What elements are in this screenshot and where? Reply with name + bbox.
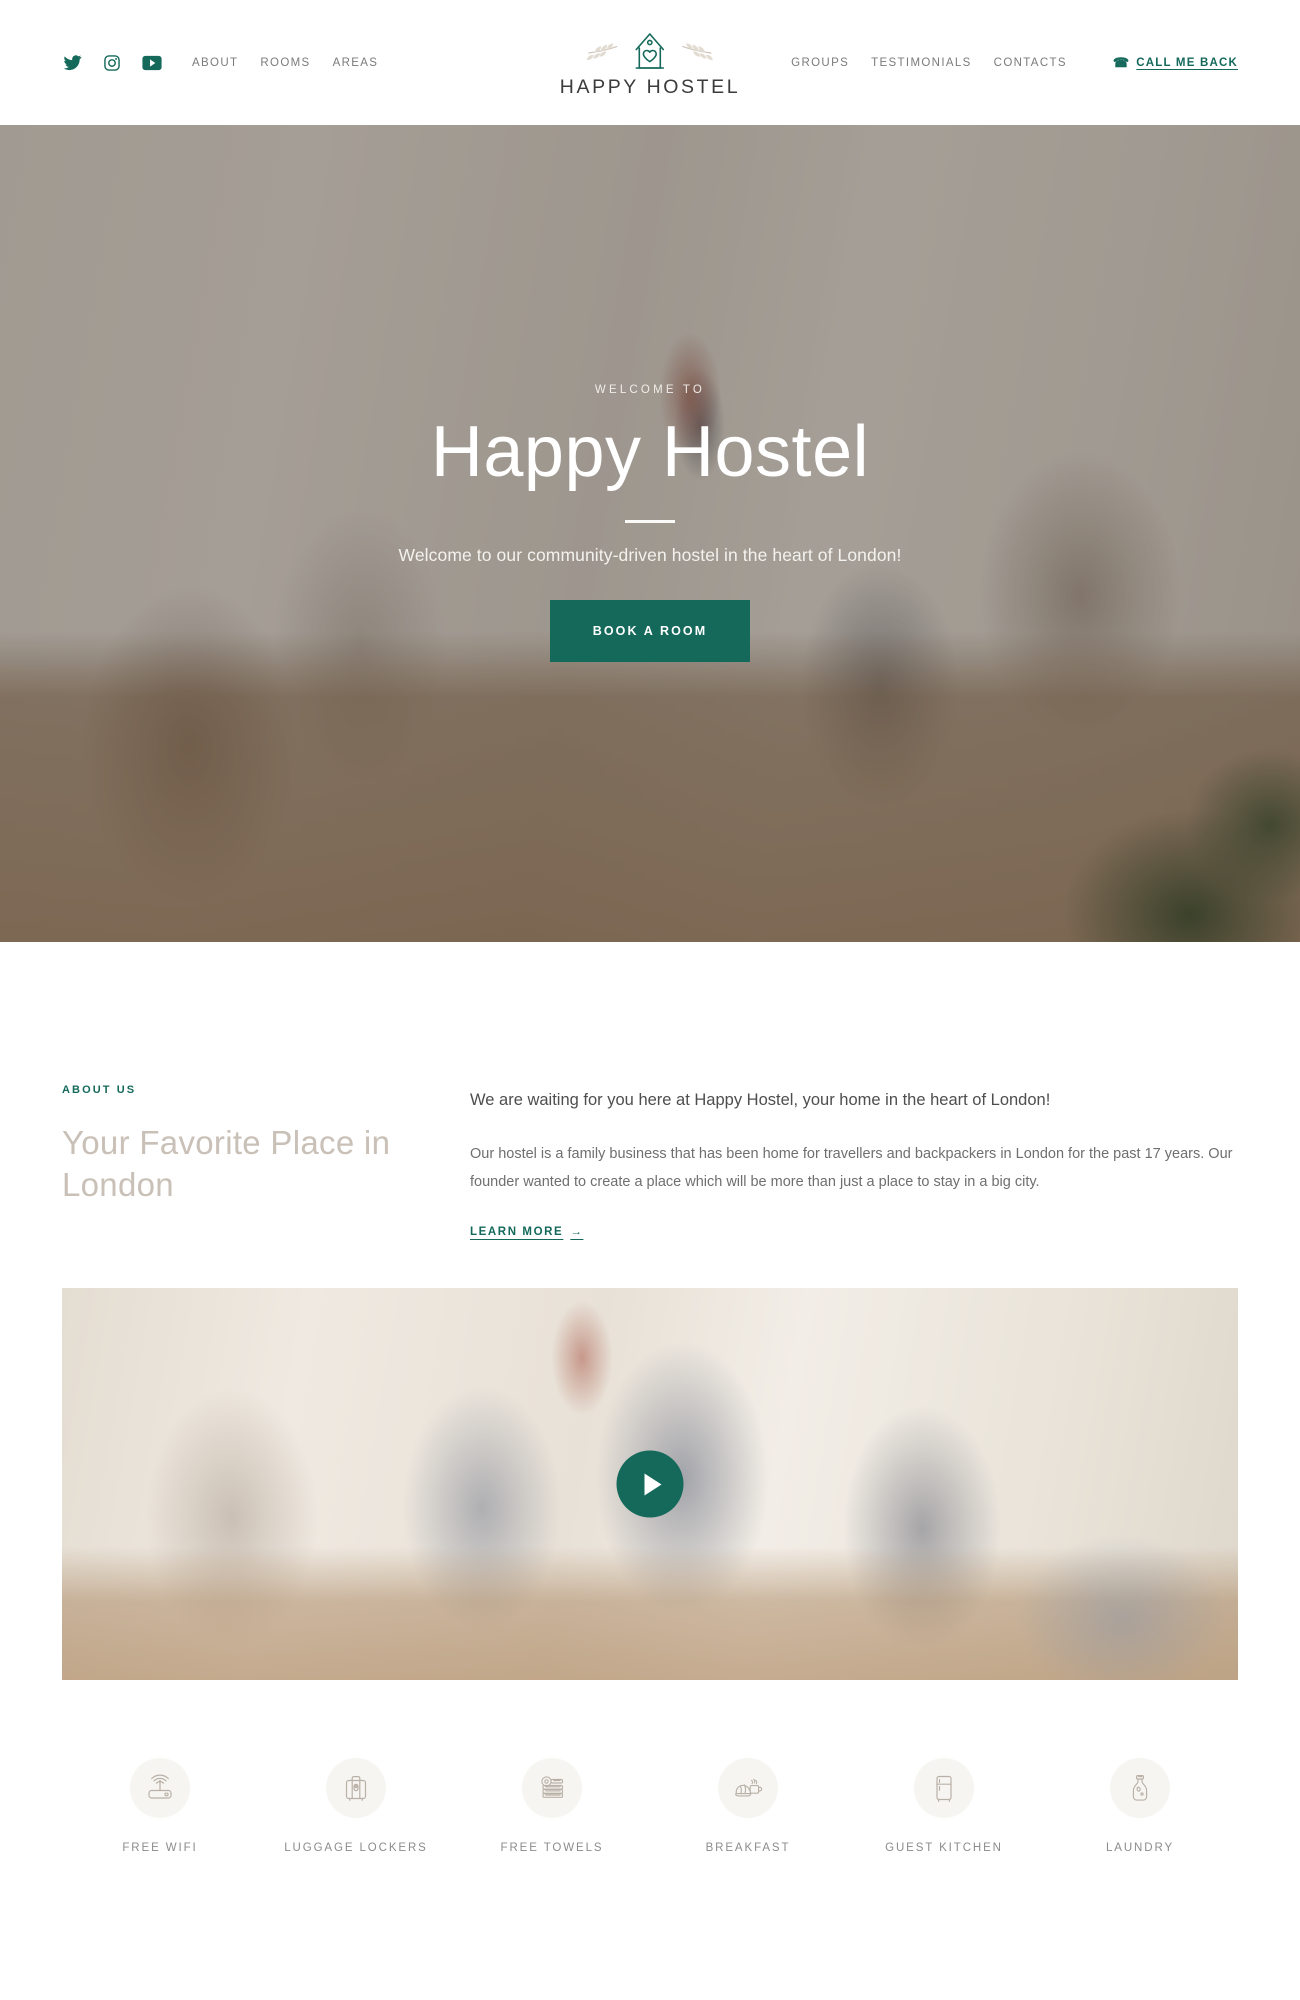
- telephone-icon: ☎: [1112, 55, 1131, 70]
- play-icon[interactable]: [616, 1450, 684, 1518]
- amenity-label: BREAKFAST: [705, 1842, 791, 1855]
- amenity-luggage-lockers[interactable]: LUGGAGE LOCKERS: [258, 1758, 454, 1854]
- logo-wordmark: HAPPY HOSTEL: [559, 75, 741, 98]
- suitcase-icon: [326, 1758, 386, 1819]
- hero-subtitle: Welcome to our community-driven hostel i…: [398, 545, 902, 566]
- nav-item-areas[interactable]: AREAS: [333, 57, 379, 69]
- header-left-group: ABOUT ROOMS AREAS: [62, 53, 378, 73]
- refrigerator-icon: [914, 1758, 974, 1819]
- book-a-room-button[interactable]: BOOK A ROOM: [549, 600, 751, 663]
- amenity-guest-kitchen[interactable]: GUEST KITCHEN: [846, 1758, 1042, 1854]
- primary-nav-left: ABOUT ROOMS AREAS: [192, 57, 378, 69]
- amenities-section: FREE WIFI LUGGAGE LOCKERS FREE TOWELS BR…: [0, 1680, 1300, 1918]
- croissant-coffee-icon: [718, 1758, 778, 1819]
- about-section: ABOUT US Your Favorite Place in London W…: [0, 942, 1300, 1240]
- hero-content: WELCOME TO Happy Hostel Welcome to our c…: [0, 125, 1300, 942]
- amenity-label: GUEST KITCHEN: [885, 1842, 1003, 1855]
- instagram-icon[interactable]: [102, 53, 122, 73]
- call-me-back-label: CALL ME BACK: [1136, 56, 1238, 69]
- hero-section: WELCOME TO Happy Hostel Welcome to our c…: [0, 125, 1300, 942]
- towel-stack-icon: [522, 1758, 582, 1819]
- amenity-label: FREE WIFI: [122, 1842, 198, 1855]
- amenity-free-wifi[interactable]: FREE WIFI: [62, 1758, 258, 1854]
- learn-more-label: LEARN MORE: [470, 1226, 564, 1239]
- amenity-label: FREE TOWELS: [500, 1842, 604, 1855]
- about-body-text: Our hostel is a family business that has…: [470, 1145, 1233, 1190]
- about-lead-text: We are waiting for you here at Happy Hos…: [470, 1091, 1051, 1109]
- video-section: [62, 1288, 1238, 1681]
- nav-item-rooms[interactable]: ROOMS: [260, 57, 310, 69]
- detergent-bottle-icon: [1110, 1758, 1170, 1819]
- play-triangle: [644, 1473, 661, 1496]
- social-links: [62, 53, 162, 73]
- about-left-column: ABOUT US Your Favorite Place in London: [62, 1084, 470, 1240]
- nav-item-contacts[interactable]: CONTACTS: [994, 57, 1067, 69]
- hero-eyebrow: WELCOME TO: [594, 384, 706, 396]
- about-right-column: We are waiting for you here at Happy Hos…: [470, 1084, 1238, 1240]
- site-logo[interactable]: HAPPY HOSTEL: [560, 27, 740, 99]
- twitter-icon[interactable]: [62, 53, 82, 73]
- house-heart-logo-icon: [575, 27, 725, 73]
- nav-item-testimonials[interactable]: TESTIMONIALS: [871, 57, 972, 69]
- wifi-router-icon: [130, 1758, 190, 1819]
- nav-item-about[interactable]: ABOUT: [192, 57, 238, 69]
- learn-more-link[interactable]: LEARN MORE →: [470, 1226, 583, 1238]
- primary-nav-right: GROUPS TESTIMONIALS CONTACTS: [791, 57, 1067, 69]
- about-eyebrow: ABOUT US: [62, 1084, 137, 1096]
- amenity-laundry[interactable]: LAUNDRY: [1042, 1758, 1238, 1854]
- page-root: ABOUT ROOMS AREAS HAPPY HOSTEL GROUPS TE…: [0, 0, 1300, 1918]
- nav-item-groups[interactable]: GROUPS: [791, 57, 849, 69]
- amenity-label: LAUNDRY: [1105, 1842, 1175, 1855]
- youtube-icon[interactable]: [142, 53, 162, 73]
- hero-title: Happy Hostel: [430, 412, 870, 492]
- site-header: ABOUT ROOMS AREAS HAPPY HOSTEL GROUPS TE…: [0, 0, 1300, 125]
- header-right-group: GROUPS TESTIMONIALS CONTACTS ☎ CALL ME B…: [791, 56, 1238, 69]
- hero-divider: [625, 520, 675, 524]
- about-heading: Your Favorite Place in London: [62, 1124, 391, 1204]
- arrow-right-icon: →: [570, 1226, 584, 1239]
- call-me-back-button[interactable]: ☎ CALL ME BACK: [1113, 56, 1238, 69]
- amenity-breakfast[interactable]: BREAKFAST: [650, 1758, 846, 1854]
- amenity-free-towels[interactable]: FREE TOWELS: [454, 1758, 650, 1854]
- amenity-label: LUGGAGE LOCKERS: [284, 1842, 428, 1855]
